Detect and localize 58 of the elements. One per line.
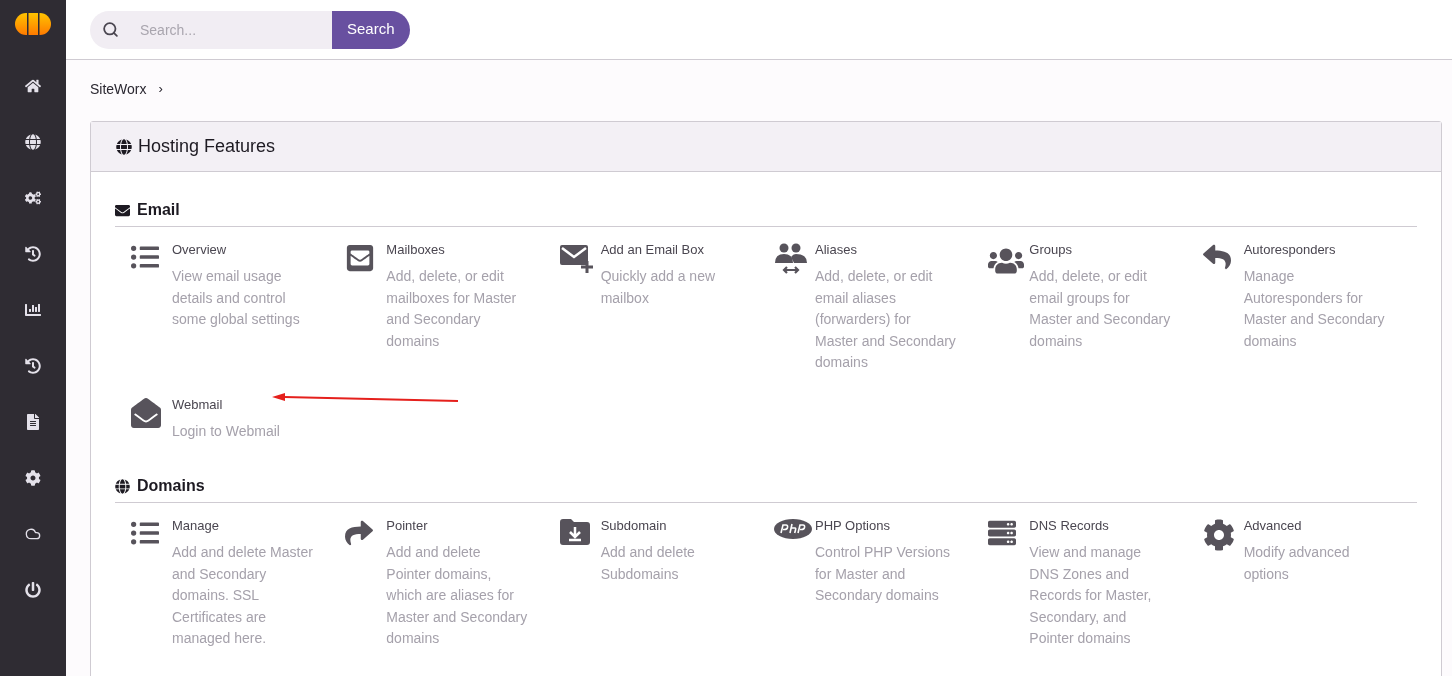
bar-chart-icon[interactable] [24, 301, 42, 319]
globe-icon[interactable] [24, 133, 42, 151]
feature-description: Manage Autoresponders for Master and Secondary domains [1243, 267, 1386, 351]
feature-link[interactable]: Overview [172, 241, 227, 259]
history-icon[interactable] [24, 245, 42, 263]
section-title: Domains [137, 476, 205, 496]
feature-link[interactable]: Subdomain [600, 517, 667, 535]
reply-icon [1202, 243, 1231, 271]
settings-icon [1202, 519, 1235, 551]
feature-link[interactable]: Webmail [172, 395, 223, 414]
globe-icon [116, 138, 132, 155]
mailbox-icon [345, 243, 376, 273]
list-icon [131, 243, 159, 271]
feature-link[interactable]: Add an Email Box [600, 241, 704, 259]
feature-description: Add, delete, or edit email aliases (forwarders) for Master and Secondary domains [815, 267, 957, 372]
breadcrumb-link[interactable]: SiteWorx [90, 78, 147, 100]
globe-icon [115, 478, 130, 494]
open-envelope-icon [131, 397, 161, 428]
users-arrows-icon [774, 243, 808, 275]
chevron-icon: › [158, 79, 163, 99]
search-button[interactable]: Search [332, 10, 410, 49]
feature-description: View email usage details and control some global settings [172, 267, 301, 329]
feature-description: Login to Webmail [172, 421, 281, 441]
search-icon [102, 20, 119, 38]
feature-description: Add, delete, or edit mailboxes for Master and Secondary domains [386, 267, 518, 351]
feature-link[interactable]: Pointer [386, 517, 428, 535]
settings-icon[interactable] [24, 469, 42, 487]
feature-link[interactable]: Aliases [815, 241, 857, 259]
section-title: Email [137, 200, 180, 220]
server-icon [988, 519, 1017, 547]
feature-link[interactable]: Groups [1029, 241, 1072, 259]
feature-link[interactable]: Advanced [1243, 517, 1302, 535]
feature-link[interactable]: DNS Records [1029, 517, 1109, 535]
search-field[interactable]: Search... [90, 10, 332, 49]
feature-description: Quickly add a new mailbox [600, 267, 717, 308]
envelope-plus-icon [559, 243, 594, 273]
feature-description: Add and delete Pointer domains, which are aliases for Master and Secondary domains [386, 543, 529, 648]
feature-link[interactable]: Mailboxes [386, 241, 445, 259]
share-arrow-icon [345, 519, 374, 547]
card-title: Hosting Features [138, 135, 276, 158]
feature-link[interactable]: PHP Options [815, 517, 890, 535]
power-icon[interactable] [24, 581, 42, 599]
logo [15, 13, 51, 35]
list-icon [131, 519, 159, 547]
folder-download-icon [559, 519, 590, 545]
feature-description: Add and delete Master and Secondary domains. SSL Certificates are managed here. [172, 543, 314, 648]
feature-link[interactable]: Autoresponders [1243, 241, 1336, 259]
feature-description: Add, delete, or edit email groups for Master and Secondary domains [1029, 267, 1172, 351]
gears-icon[interactable] [24, 189, 42, 207]
feature-description: Add and delete Subdomains [600, 543, 696, 584]
feature-link[interactable]: Manage [172, 517, 219, 535]
feature-description: Control PHP Versions for Master and Secondary domains [815, 543, 952, 605]
history-icon[interactable] [24, 357, 42, 375]
php-logo-icon [774, 519, 812, 539]
envelope-icon [115, 202, 130, 218]
feature-description: Modify advanced options [1243, 543, 1351, 584]
feature-description: View and manage DNS Zones and Records for Master, Secondary, and Pointer domains [1029, 543, 1153, 648]
home-icon[interactable] [24, 77, 42, 95]
